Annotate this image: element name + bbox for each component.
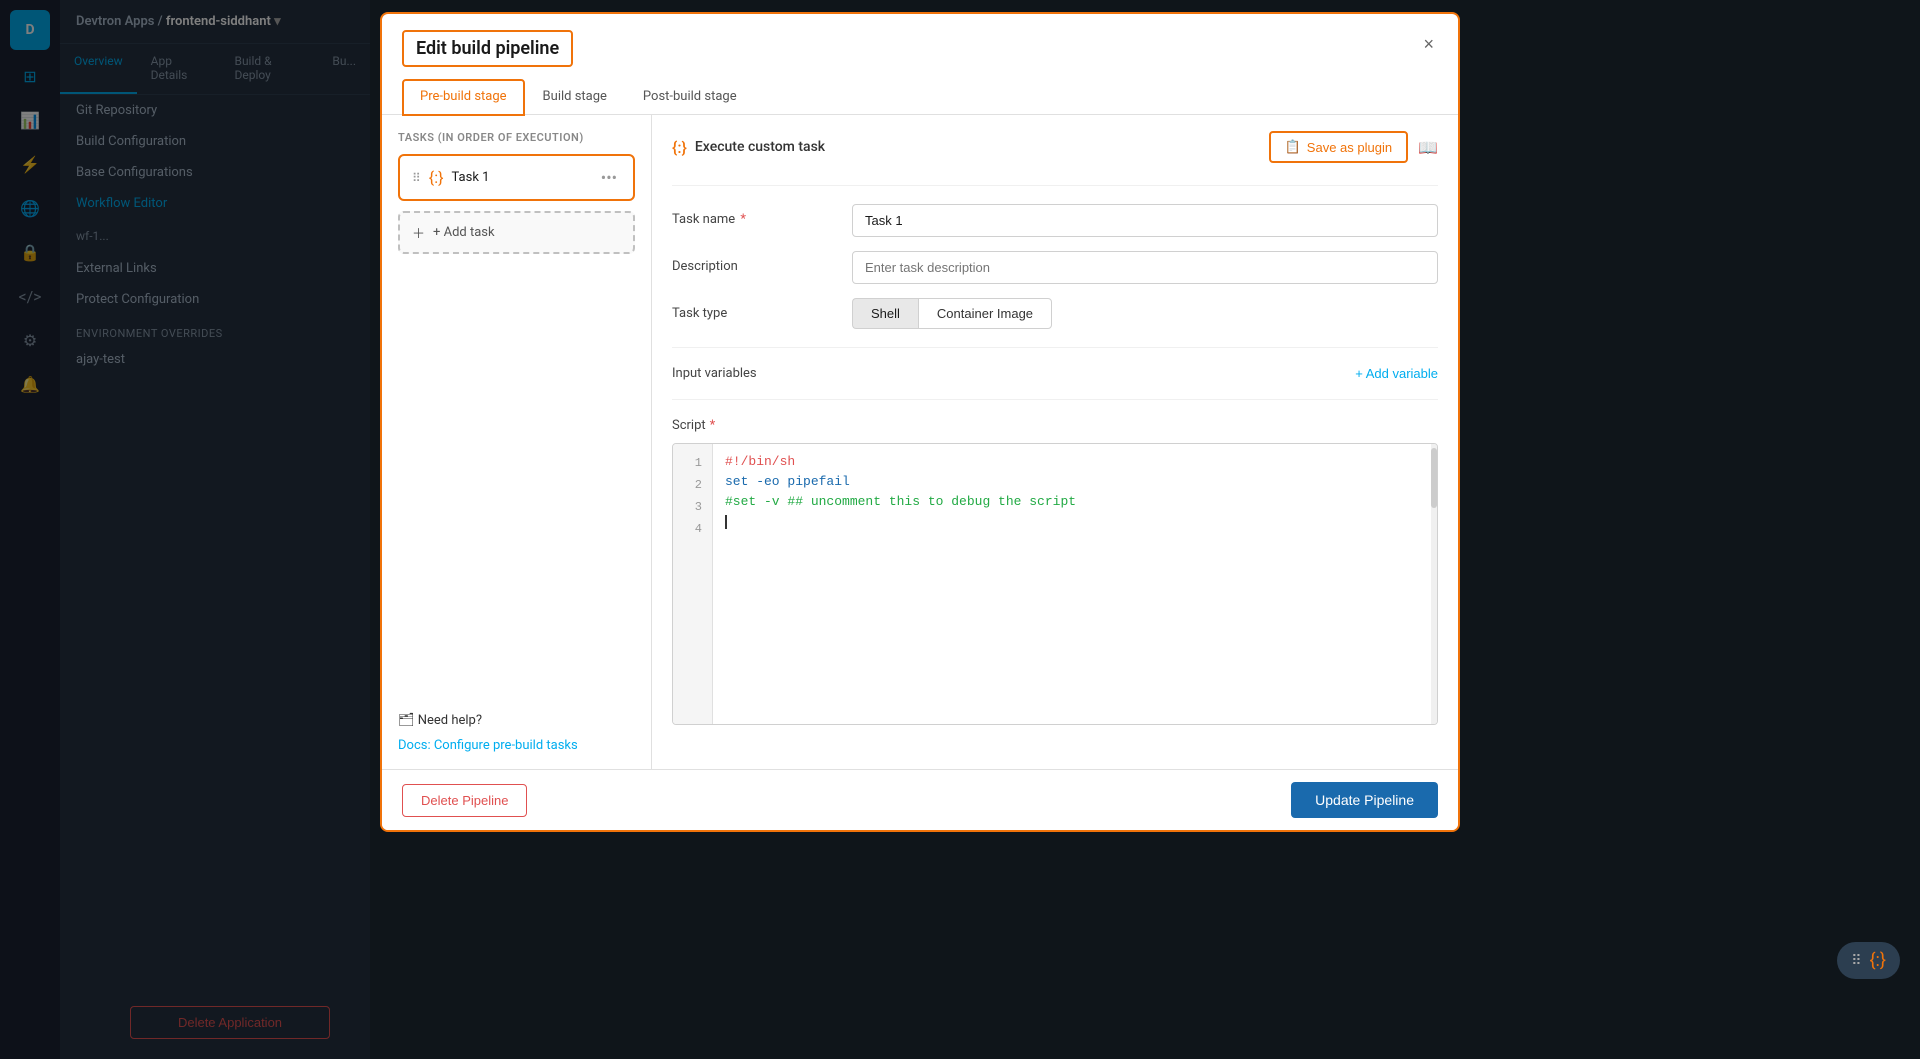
floating-badge-task-icon: {:} xyxy=(1869,950,1886,971)
modal-header: Edit build pipeline × xyxy=(382,14,1458,67)
scrollbar-track[interactable] xyxy=(1431,444,1437,724)
description-row: Description xyxy=(672,251,1438,284)
description-field-label: Description xyxy=(672,251,832,274)
divider-2 xyxy=(672,347,1438,348)
edit-build-pipeline-modal: Edit build pipeline × Pre-build stage Bu… xyxy=(380,12,1460,832)
task-type-container-image-button[interactable]: Container Image xyxy=(918,298,1052,329)
save-plugin-label: Save as plugin xyxy=(1307,140,1392,155)
line-numbers: 1 2 3 4 xyxy=(673,444,713,724)
add-variable-button[interactable]: + Add variable xyxy=(1355,366,1438,381)
modal-tabs: Pre-build stage Build stage Post-build s… xyxy=(382,79,1458,115)
execute-icon: {:} xyxy=(672,138,687,157)
task-type-group: Shell Container Image xyxy=(852,298,1052,329)
task-type-shell-button[interactable]: Shell xyxy=(852,298,918,329)
execute-custom-title: Execute custom task xyxy=(695,139,825,155)
script-label: Script * xyxy=(672,418,1438,433)
modal-body: TASKS (IN ORDER OF EXECUTION) ⠿ {:} Task… xyxy=(382,115,1458,769)
right-panel-header: {:} Execute custom task 📋 Save as plugin… xyxy=(672,131,1438,163)
help-docs-link[interactable]: Docs: Configure pre-build tasks xyxy=(398,738,578,753)
divider-1 xyxy=(672,185,1438,186)
scrollbar-thumb xyxy=(1431,448,1437,508)
add-task-button[interactable]: ＋ + Add task xyxy=(398,211,635,254)
description-input[interactable] xyxy=(852,251,1438,284)
add-variable-label: + Add variable xyxy=(1355,366,1438,381)
help-title: 🗂 Need help? xyxy=(398,713,635,728)
task-name-label: Task 1 xyxy=(452,170,589,185)
modal-title: Edit build pipeline xyxy=(402,30,573,67)
line-num-2: 2 xyxy=(673,474,712,496)
task-name-row: Task name * xyxy=(672,204,1438,237)
line-num-4: 4 xyxy=(673,518,712,540)
task-item-1[interactable]: ⠿ {:} Task 1 ••• xyxy=(398,154,635,201)
divider-3 xyxy=(672,399,1438,400)
code-line-2: set -eo pipefail xyxy=(725,472,1425,492)
save-plugin-icon: 📋 xyxy=(1285,139,1301,155)
task-name-input[interactable] xyxy=(852,204,1438,237)
code-editor[interactable]: 1 2 3 4 #!/bin/sh set -eo pipefail #set … xyxy=(672,443,1438,725)
modal-close-button[interactable]: × xyxy=(1419,30,1438,59)
code-line-4 xyxy=(725,512,1425,532)
save-as-plugin-button[interactable]: 📋 Save as plugin xyxy=(1269,131,1408,163)
code-line-1: #!/bin/sh xyxy=(725,452,1425,472)
execute-custom-label: {:} Execute custom task xyxy=(672,138,825,157)
right-panel: {:} Execute custom task 📋 Save as plugin… xyxy=(652,115,1458,769)
tab-build-stage[interactable]: Build stage xyxy=(525,79,625,114)
code-editor-inner: 1 2 3 4 #!/bin/sh set -eo pipefail #set … xyxy=(673,444,1437,724)
task-type-icon: {:} xyxy=(429,168,444,187)
cursor xyxy=(725,515,727,529)
floating-badge: ⠿ {:} xyxy=(1837,942,1900,979)
task-name-field-label: Task name * xyxy=(672,204,832,227)
header-actions: 📋 Save as plugin 📖 xyxy=(1269,131,1438,163)
line-num-3: 3 xyxy=(673,496,712,518)
task-type-row: Task type Shell Container Image xyxy=(672,298,1438,329)
drag-handle-icon: ⠿ xyxy=(412,171,421,185)
line-num-1: 1 xyxy=(673,452,712,474)
docs-icon[interactable]: 📖 xyxy=(1418,138,1438,157)
update-pipeline-button[interactable]: Update Pipeline xyxy=(1291,782,1438,818)
tab-pre-build-stage[interactable]: Pre-build stage xyxy=(402,79,525,116)
add-task-icon: ＋ xyxy=(412,223,425,242)
task-type-field-label: Task type xyxy=(672,298,832,321)
input-variables-row: Input variables + Add variable xyxy=(672,366,1438,381)
script-section: Script * 1 2 3 4 #!/bin/sh set xyxy=(672,418,1438,725)
modal-footer: Delete Pipeline Update Pipeline xyxy=(382,769,1458,830)
delete-pipeline-button[interactable]: Delete Pipeline xyxy=(402,784,527,817)
left-panel: TASKS (IN ORDER OF EXECUTION) ⠿ {:} Task… xyxy=(382,115,652,769)
tasks-label: TASKS (IN ORDER OF EXECUTION) xyxy=(398,131,635,144)
input-variables-label: Input variables xyxy=(672,366,757,381)
tab-post-build-stage[interactable]: Post-build stage xyxy=(625,79,755,114)
add-task-label: + Add task xyxy=(433,225,495,240)
code-content: #!/bin/sh set -eo pipefail #set -v ## un… xyxy=(713,444,1437,724)
floating-badge-dots-icon: ⠿ xyxy=(1851,953,1861,969)
code-line-3: #set -v ## uncomment this to debug the s… xyxy=(725,492,1425,512)
help-section: 🗂 Need help? Docs: Configure pre-build t… xyxy=(398,713,635,753)
task-menu-button[interactable]: ••• xyxy=(597,166,621,189)
